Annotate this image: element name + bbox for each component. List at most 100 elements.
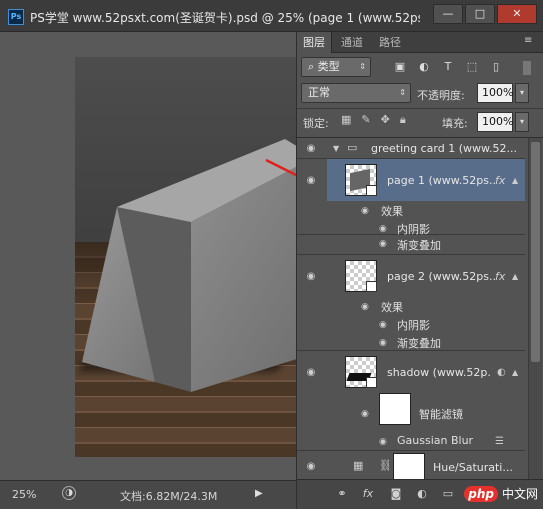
tab-layers[interactable]: 图层 xyxy=(297,32,332,53)
chevron-up-icon[interactable]: ▲ xyxy=(512,368,518,377)
eye-icon[interactable]: ◉ xyxy=(361,206,369,216)
chevron-updown-icon: ⇕ xyxy=(399,88,406,97)
status-menu-arrow-icon[interactable]: ▶ xyxy=(255,486,269,502)
chevron-updown-icon: ⇕ xyxy=(359,62,366,71)
panel-tabs: 图层 通道 路径 ≡ xyxy=(297,32,543,53)
layer-row-page2[interactable]: ◉ page 2 (www.52ps... fx ▲ ◉ 效果 ◉ 内阴影 ◉ … xyxy=(297,255,525,351)
effect-gradient-overlay[interactable]: 渐变叠加 xyxy=(397,237,441,253)
document-canvas[interactable] xyxy=(75,57,296,457)
chevron-up-icon[interactable]: ▲ xyxy=(512,272,518,281)
status-bar: 25% ◑ 文档:6.82M/24.3M ▶ xyxy=(0,480,296,509)
layer-name[interactable]: page 1 (www.52ps... xyxy=(387,174,497,187)
effect-inner-shadow[interactable]: 内阴影 xyxy=(397,317,430,333)
eye-icon[interactable]: ◉ xyxy=(379,320,387,330)
layer-group-row[interactable]: ◉ ▼ ▭ greeting card 1 (www.52... xyxy=(297,138,525,159)
site-watermark: php 中文网 xyxy=(464,485,538,502)
window-controls: — □ ✕ xyxy=(433,4,537,26)
opacity-label: 不透明度: xyxy=(417,89,465,102)
adjustment-filter-icon[interactable]: ◐ xyxy=(417,60,431,74)
eye-icon[interactable]: ◉ xyxy=(304,175,318,186)
effects-label: 效果 xyxy=(381,301,403,314)
maximize-button[interactable]: □ xyxy=(465,4,495,24)
eye-icon[interactable]: ◉ xyxy=(304,143,318,154)
smart-object-icon xyxy=(366,281,377,292)
greeting-card-illustration xyxy=(82,139,296,392)
folder-icon: ▭ xyxy=(347,141,358,154)
lock-row: 锁定: ▦ ✎ ✥ 🔒︎ 填充: 100% ▾ xyxy=(297,108,543,134)
tab-channels[interactable]: 通道 xyxy=(335,32,369,53)
scrollbar-thumb[interactable] xyxy=(531,142,540,362)
eye-icon[interactable]: ◉ xyxy=(304,271,318,282)
add-mask-icon[interactable]: ◙ xyxy=(389,487,403,501)
opacity-dropdown-arrow[interactable]: ▾ xyxy=(515,83,529,103)
add-style-icon[interactable]: fx xyxy=(361,487,375,501)
link-layers-icon[interactable]: ⚭ xyxy=(335,487,349,501)
panel-menu-icon[interactable]: ≡ xyxy=(524,35,538,46)
close-button[interactable]: ✕ xyxy=(497,4,537,24)
lock-image-icon[interactable]: ✎ xyxy=(361,113,370,127)
blend-mode-dropdown[interactable]: 正常 ⇕ xyxy=(301,83,411,103)
layer-row-shadow[interactable]: ◉ shadow (www.52p... ◐ ▲ ◉ 智能滤镜 ◉ Gaussi… xyxy=(297,351,525,451)
filter-options-icon[interactable]: ☰ xyxy=(495,436,504,447)
canvas-area[interactable] xyxy=(0,32,296,480)
pixel-filter-icon[interactable]: ▣ xyxy=(393,60,407,74)
layer-name[interactable]: page 2 (www.52ps... xyxy=(387,270,497,283)
filter-toggle-icon[interactable] xyxy=(523,61,531,75)
eye-icon[interactable]: ◉ xyxy=(361,409,369,419)
layers-panel-footer: ⚭ fx ◙ ◐ ▭ php 中文网 xyxy=(297,479,543,509)
opacity-input[interactable]: 100% xyxy=(477,83,513,103)
filter-gaussian-blur[interactable]: Gaussian Blur xyxy=(397,434,473,447)
layer-name[interactable]: shadow (www.52p... xyxy=(387,366,492,379)
fill-dropdown-arrow[interactable]: ▾ xyxy=(515,112,529,132)
eye-icon[interactable]: ◉ xyxy=(379,338,387,348)
info-icon[interactable]: ◑ xyxy=(62,486,76,500)
layers-scrollbar[interactable] xyxy=(528,138,542,479)
fx-icon[interactable]: fx xyxy=(495,270,505,283)
eye-icon[interactable]: ◉ xyxy=(304,461,318,472)
filter-row: ⌕ 类型 ⇕ ▣ ◐ T ⬚ ▯ xyxy=(297,55,543,81)
filter-kind-label: 类型 xyxy=(317,60,340,73)
group-name[interactable]: greeting card 1 (www.52... xyxy=(371,142,521,155)
new-adjustment-icon[interactable]: ◐ xyxy=(415,487,429,501)
chevron-up-icon[interactable]: ▲ xyxy=(512,176,518,185)
adjustment-layer-icon: ▦ xyxy=(353,459,364,472)
fx-icon[interactable]: fx xyxy=(495,174,505,187)
layer-row-page1[interactable]: ◉ page 1 (www.52ps... fx ▲ ◉ 效果 ◉ 内阴影 xyxy=(297,159,525,236)
fill-input[interactable]: 100% xyxy=(477,112,513,132)
eye-icon[interactable]: ◉ xyxy=(379,239,387,249)
layer-filter-dropdown[interactable]: ⌕ 类型 ⇕ xyxy=(301,57,371,77)
tab-paths[interactable]: 路径 xyxy=(373,32,407,53)
eye-icon[interactable]: ◉ xyxy=(379,437,387,447)
lock-all-icon[interactable]: 🔒︎ xyxy=(400,113,406,127)
lock-position-icon[interactable]: ✥ xyxy=(381,113,390,127)
zoom-level[interactable]: 25% xyxy=(12,488,52,501)
eye-icon[interactable]: ◉ xyxy=(379,224,387,234)
effect-gradient-overlay[interactable]: 渐变叠加 xyxy=(397,335,441,351)
layer-thumbnail xyxy=(345,260,377,292)
smart-filter-icon: ◐ xyxy=(497,367,506,378)
smart-object-filter-icon[interactable]: ▯ xyxy=(489,60,503,74)
lock-options: ▦ ✎ ✥ 🔒︎ xyxy=(341,113,406,127)
effects-label: 效果 xyxy=(381,205,403,218)
layer-thumbnail xyxy=(345,164,377,196)
layers-list[interactable]: ◉ ▼ ▭ greeting card 1 (www.52... ◉ page … xyxy=(297,137,543,479)
shape-filter-icon[interactable]: ⬚ xyxy=(465,60,479,74)
layer-row-hue-saturation[interactable]: ◉ ▦ ⛓ Hue/Saturati... xyxy=(297,451,525,479)
eye-icon[interactable]: ◉ xyxy=(361,302,369,312)
document-title: PS学堂 www.52psxt.com(圣诞贺卡).psd @ 25% (pag… xyxy=(30,11,420,25)
layer-name[interactable]: Hue/Saturati... xyxy=(433,461,513,474)
filter-mask-thumbnail[interactable] xyxy=(379,393,411,425)
lock-label: 锁定: xyxy=(303,117,329,130)
smart-object-icon xyxy=(366,377,377,388)
minimize-button[interactable]: — xyxy=(433,4,463,24)
eye-icon[interactable]: ◉ xyxy=(304,367,318,378)
link-icon: ⛓ xyxy=(379,459,389,472)
layer-mask-thumbnail[interactable] xyxy=(393,453,425,479)
type-filter-icon[interactable]: T xyxy=(441,60,455,74)
lock-transparent-icon[interactable]: ▦ xyxy=(341,113,351,127)
chevron-down-icon[interactable]: ▼ xyxy=(333,144,339,153)
smart-object-icon xyxy=(366,185,377,196)
fill-label: 填充: xyxy=(442,117,468,130)
new-group-icon[interactable]: ▭ xyxy=(441,487,455,501)
effect-row[interactable]: ◉ 渐变叠加 xyxy=(297,235,525,255)
